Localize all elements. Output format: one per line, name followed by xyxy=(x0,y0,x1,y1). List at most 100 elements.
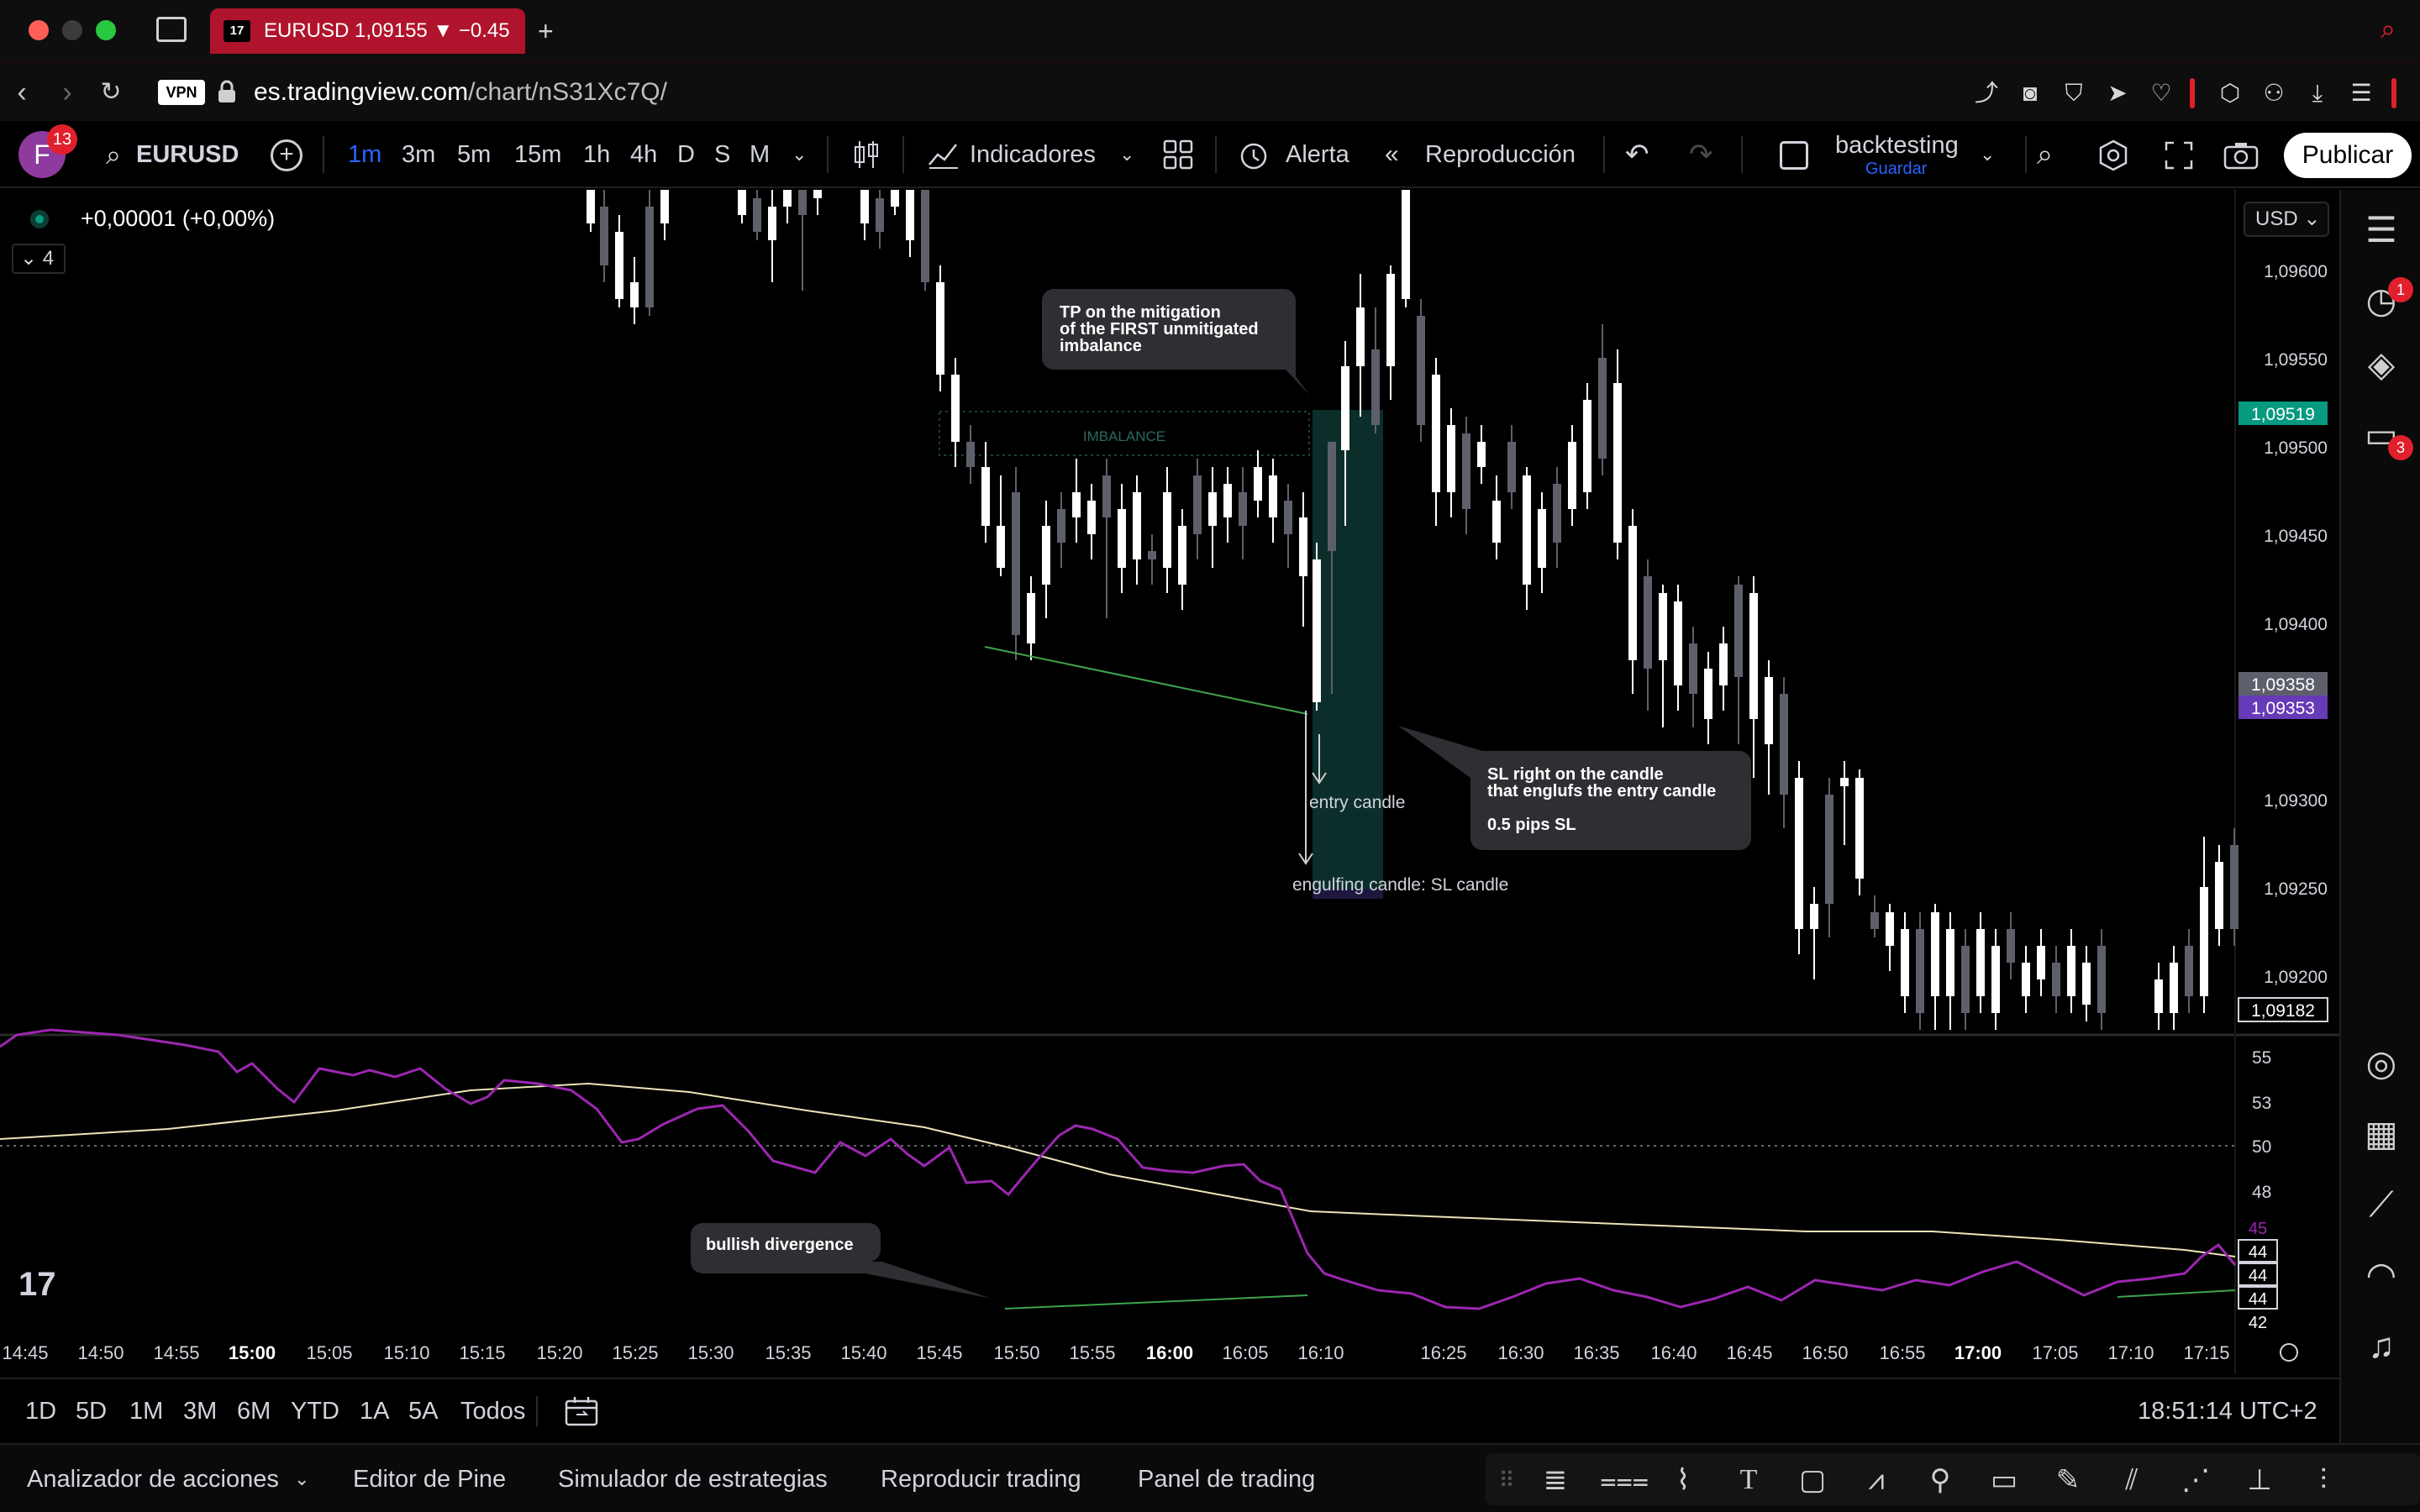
replay-icon[interactable]: « xyxy=(1385,121,1399,188)
search-icon[interactable]: ⌕ xyxy=(2373,13,2403,44)
tab-overview-icon[interactable] xyxy=(156,17,187,42)
rsi-trendline[interactable] xyxy=(1004,1294,1308,1310)
replay-button[interactable]: Reproducción xyxy=(1425,121,1576,188)
layout-name[interactable]: backtesting xyxy=(1835,131,1959,160)
interval-m[interactable]: M xyxy=(750,121,770,188)
interval-15m[interactable]: 15m xyxy=(514,121,561,188)
range-3m[interactable]: 3M xyxy=(183,1379,217,1443)
interval-3m[interactable]: 3m xyxy=(402,121,435,188)
menu-icon[interactable]: ☰ xyxy=(2346,78,2376,108)
brush-tool-icon[interactable]: ⌇ xyxy=(1664,1463,1702,1497)
interval-1h[interactable]: 1h xyxy=(583,121,610,188)
profile-icon[interactable]: ⚇ xyxy=(2259,78,2289,108)
cube-icon[interactable]: ⬡ xyxy=(2215,78,2245,108)
minimize-window-button[interactable] xyxy=(62,20,82,40)
indicators-icon[interactable] xyxy=(928,139,960,170)
interval-5m[interactable]: 5m xyxy=(457,121,491,188)
fullscreen-icon[interactable] xyxy=(2165,141,2193,170)
ideas-icon[interactable]: ⟋ xyxy=(2358,1181,2405,1228)
fib-tool-icon[interactable]: ≣ xyxy=(1536,1463,1575,1497)
drag-handle-icon[interactable]: ⠿ xyxy=(1487,1463,1526,1497)
tp-position-box[interactable] xyxy=(1313,410,1383,890)
target-icon[interactable]: ◎ xyxy=(2358,1040,2405,1087)
tab-pine-editor[interactable]: Editor de Pine xyxy=(353,1445,506,1512)
url-field[interactable]: es.tradingview.com/chart/nS31Xc7Q/ xyxy=(254,76,667,108)
stream-icon[interactable]: ◠ xyxy=(2358,1252,2405,1299)
chart-area[interactable]: IMBALANCE TP on the mitigation of the FI… xyxy=(0,190,2339,1374)
vpn-badge[interactable]: VPN xyxy=(158,80,205,105)
quick-search-icon[interactable]: ⌕ xyxy=(2037,121,2053,188)
maximize-window-button[interactable] xyxy=(96,20,116,40)
range-1m[interactable]: 1M xyxy=(129,1379,163,1443)
tab-trading-panel[interactable]: Panel de trading xyxy=(1138,1445,1315,1512)
currency-selector[interactable]: USD ⌄ xyxy=(2244,202,2329,237)
pattern-tool-icon[interactable]: ⋰ xyxy=(2176,1463,2215,1497)
calendar-icon[interactable]: ▦ xyxy=(2358,1110,2405,1158)
layers-icon[interactable]: ◈ xyxy=(2358,341,2405,388)
watchlist-icon[interactable]: ☰ xyxy=(2358,207,2405,254)
price-trendline[interactable] xyxy=(984,646,1308,715)
publish-button[interactable]: Publicar xyxy=(2284,133,2412,178)
chevron-down-icon[interactable]: ⌄ xyxy=(792,121,807,188)
range-all[interactable]: Todos xyxy=(460,1379,525,1443)
market-status-icon[interactable] xyxy=(30,210,49,228)
browser-tab[interactable]: 17 EURUSD 1,09155 ▼ −0.45 xyxy=(210,8,525,54)
share-chart-icon[interactable]: ⤴ xyxy=(1971,78,2002,108)
range-6m[interactable]: 6M xyxy=(237,1379,271,1443)
rectangle-tool-icon[interactable]: ▢ xyxy=(1793,1463,1832,1497)
go-to-date-icon[interactable] xyxy=(565,1396,598,1426)
range-1a[interactable]: 1A xyxy=(360,1379,389,1443)
alert-icon[interactable] xyxy=(1237,138,1270,171)
range-ytd[interactable]: YTD xyxy=(291,1379,339,1443)
pitchfork-tool-icon[interactable]: ⫽ xyxy=(2112,1463,2151,1497)
search-icon[interactable]: ⌕ xyxy=(106,121,121,188)
new-tab-icon[interactable]: + xyxy=(538,18,554,45)
long-position-tool-icon[interactable]: ⊥ xyxy=(2240,1463,2279,1497)
range-5d[interactable]: 5D xyxy=(76,1379,107,1443)
interval-d[interactable]: D xyxy=(677,121,695,188)
pin-tool-icon[interactable]: ⚲ xyxy=(1921,1463,1960,1497)
candles-icon[interactable] xyxy=(852,139,881,170)
divergence-callout-box[interactable] xyxy=(691,1223,992,1299)
heart-icon[interactable]: ♡ xyxy=(2146,78,2176,108)
back-icon[interactable]: ‹ xyxy=(5,63,39,122)
shield-icon[interactable]: ⛉ xyxy=(2059,78,2089,108)
settings-icon[interactable] xyxy=(2097,139,2129,171)
interval-1m[interactable]: 1m xyxy=(348,121,381,188)
layout-save-label[interactable]: Guardar xyxy=(1865,160,1927,178)
gann-tool-icon[interactable]: ⩶ xyxy=(1600,1463,1649,1497)
clock[interactable]: 18:51:14 UTC+2 xyxy=(2138,1379,2317,1443)
send-icon[interactable]: ➤ xyxy=(2102,78,2133,108)
camera-icon[interactable]: ◙ xyxy=(2015,78,2045,108)
axis-settings-icon[interactable] xyxy=(2280,1343,2298,1362)
snapshot-icon[interactable] xyxy=(2223,141,2259,170)
symbol-search[interactable]: EURUSD xyxy=(136,121,239,188)
range-1d[interactable]: 1D xyxy=(25,1379,56,1443)
interval-4h[interactable]: 4h xyxy=(630,121,657,188)
tab-replay-trading[interactable]: Reproducir trading xyxy=(881,1445,1081,1512)
forecast-tool-icon[interactable]: ⫶ xyxy=(2304,1463,2343,1497)
tab-strategy-tester[interactable]: Simulador de estrategias xyxy=(558,1445,828,1512)
tab-stock-screener[interactable]: Analizador de acciones xyxy=(27,1445,279,1512)
chevron-down-icon[interactable]: ⌄ xyxy=(1980,121,1995,188)
close-window-button[interactable] xyxy=(29,20,49,40)
chart-canvas[interactable]: IMBALANCE TP on the mitigation of the FI… xyxy=(0,190,2339,1374)
forward-icon[interactable]: › xyxy=(50,63,84,122)
reload-icon[interactable]: ↻ xyxy=(94,63,128,122)
notifications-icon[interactable]: ♫ xyxy=(2358,1322,2405,1369)
text-tool-icon[interactable]: T xyxy=(1729,1463,1768,1497)
undo-icon[interactable]: ↶ xyxy=(1625,121,1649,188)
path-tool-icon[interactable]: ⩘ xyxy=(1857,1463,1896,1497)
layout-checkbox-icon[interactable] xyxy=(1780,141,1808,170)
time-axis[interactable]: 14:45 14:50 14:55 15:00 15:05 15:10 15:15 15:20… xyxy=(2,1342,2229,1363)
compare-symbol-icon[interactable]: + xyxy=(271,139,302,171)
layouts-icon[interactable] xyxy=(1163,139,1193,170)
chevron-down-icon[interactable]: ⌄ xyxy=(1119,121,1134,188)
chevron-down-icon[interactable]: ⌄ xyxy=(294,1445,309,1512)
comment-tool-icon[interactable]: ▭ xyxy=(1985,1463,2023,1497)
alert-button[interactable]: Alerta xyxy=(1286,121,1349,188)
interval-s[interactable]: S xyxy=(714,121,730,188)
range-5a[interactable]: 5A xyxy=(408,1379,438,1443)
download-icon[interactable]: ⤓ xyxy=(2302,78,2333,108)
rsi-trendline-2[interactable] xyxy=(2117,1289,2236,1298)
